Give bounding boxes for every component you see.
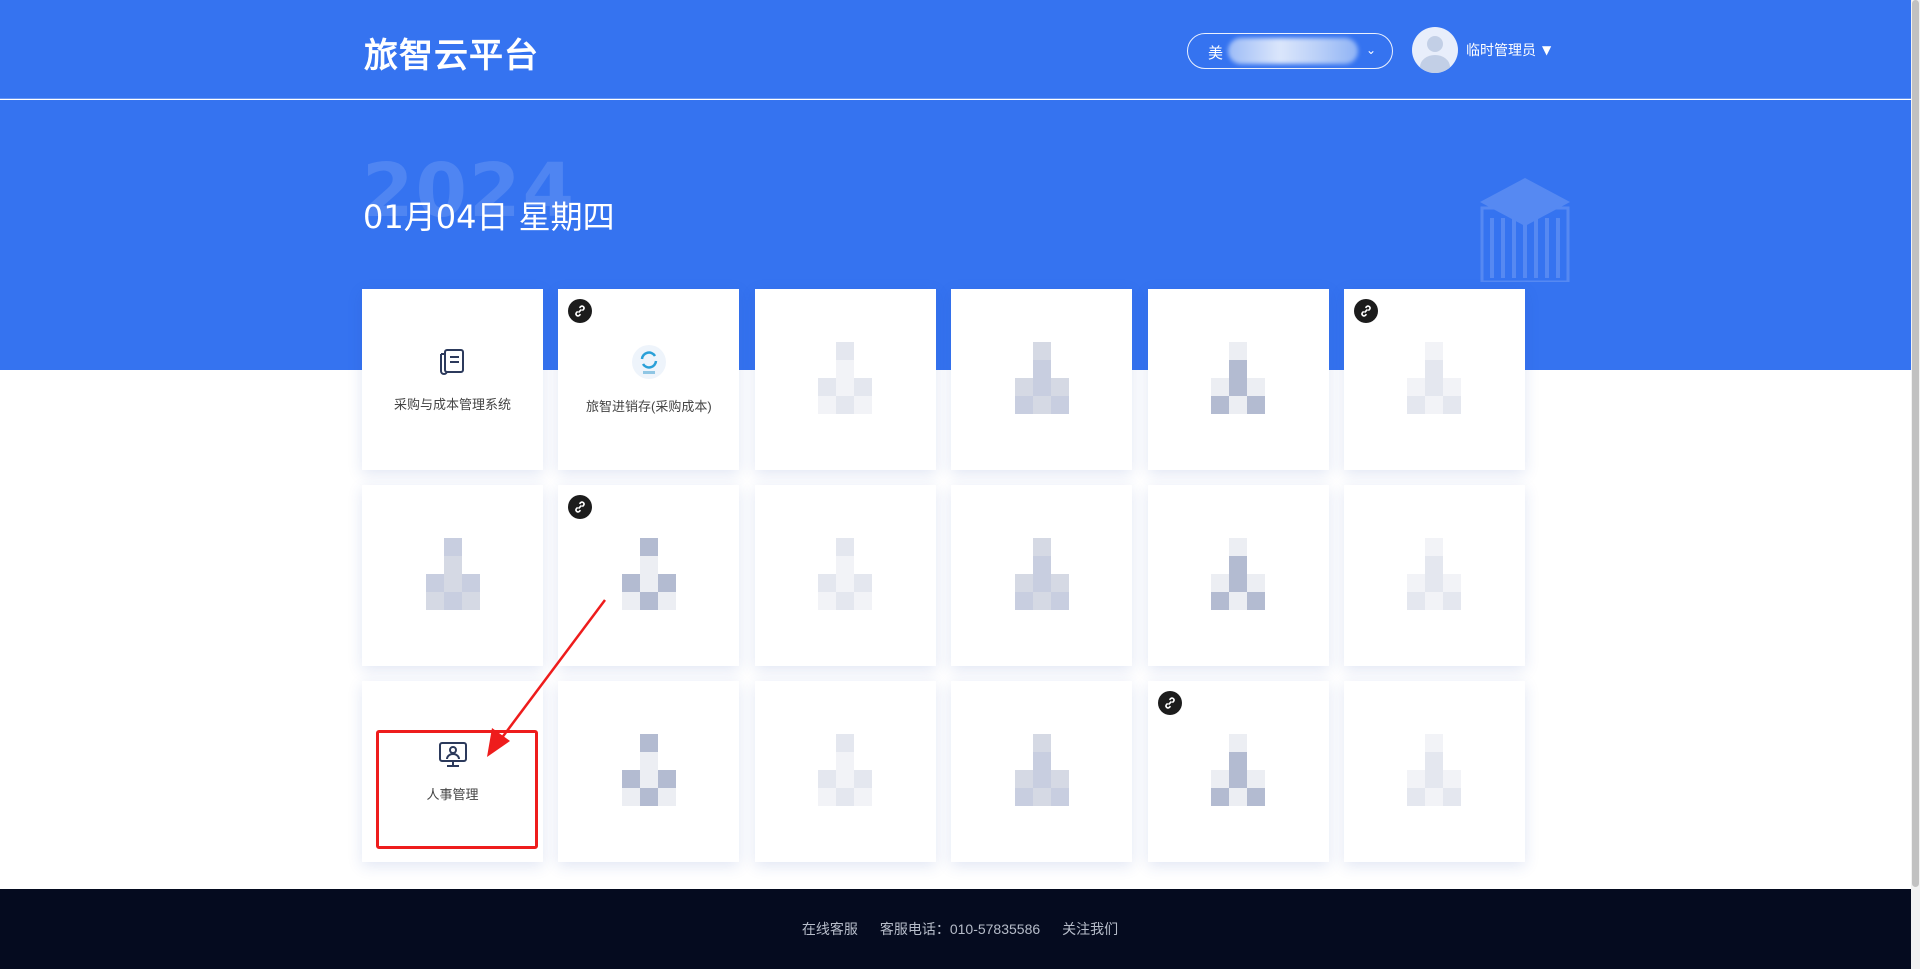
app-tile-label: 人事管理 <box>426 787 479 802</box>
footer: 在线客服 客服电话：010-57835586 关注我们 <box>0 889 1920 969</box>
app-tile[interactable] <box>1343 681 1525 862</box>
app-tile[interactable] <box>754 289 936 470</box>
app-tile[interactable]: 旅智进销存(采购成本) <box>558 289 740 470</box>
app-tile[interactable] <box>362 485 543 666</box>
app-tile[interactable] <box>1147 485 1329 666</box>
app-tile[interactable] <box>1343 289 1525 470</box>
current-date: 01月04日 星期四 <box>363 198 615 236</box>
app-tile[interactable]: 采购与成本管理系统 <box>362 289 543 470</box>
follow-us-link[interactable]: 关注我们 <box>1062 919 1118 939</box>
mini-program-link-icon <box>568 299 593 323</box>
app-tile[interactable] <box>1147 289 1329 470</box>
pixelated-icon <box>1193 537 1283 614</box>
pixelated-icon <box>1193 341 1283 418</box>
app-tile[interactable]: 人事管理 <box>362 681 543 862</box>
online-service-link[interactable]: 在线客服 <box>802 919 858 939</box>
mini-program-link-icon <box>1353 299 1378 323</box>
scrollbar-thumb[interactable] <box>1912 0 1919 887</box>
pixelated-icon <box>604 537 694 614</box>
app-tile[interactable] <box>951 485 1133 666</box>
app-tile[interactable] <box>558 485 740 666</box>
pixelated-icon <box>1389 733 1479 810</box>
pixelated-icon <box>1193 733 1283 810</box>
top-navigation-bar: 旅智云平台 美 ⌄ 临时管理员 ▼ <box>0 0 1920 99</box>
avatar <box>1412 27 1458 73</box>
lvzhi-logo-icon <box>631 344 667 384</box>
app-tile[interactable] <box>558 681 740 862</box>
pixelated-icon <box>604 733 694 810</box>
monitor-user-icon <box>437 740 469 772</box>
app-tile[interactable] <box>754 485 936 666</box>
app-tile[interactable] <box>1343 485 1525 666</box>
mini-program-link-icon <box>1157 691 1182 715</box>
pixelated-icon <box>997 341 1087 418</box>
building-illustration-icon <box>1480 178 1570 282</box>
pixelated-icon <box>800 733 890 810</box>
chevron-down-icon: ⌄ <box>1365 43 1376 57</box>
store-select-dropdown[interactable]: 美 ⌄ <box>1187 33 1393 69</box>
caret-down-icon: ▼ <box>1542 43 1552 57</box>
app-tile-label: 旅智进销存(采购成本) <box>586 399 712 414</box>
app-tile[interactable] <box>754 681 936 862</box>
ledger-icon <box>437 346 469 382</box>
mini-program-link-icon <box>568 495 593 519</box>
app-tile-label: 采购与成本管理系统 <box>393 397 511 412</box>
pixelated-icon <box>1389 341 1479 418</box>
user-name: 临时管理员 <box>1466 43 1536 59</box>
pixelated-icon <box>1389 537 1479 614</box>
pixelated-icon <box>997 537 1087 614</box>
pixelated-icon <box>997 733 1087 810</box>
hotline-text: 客服电话：010-57835586 <box>879 921 1041 937</box>
pixelated-icon <box>800 537 890 614</box>
app-tile[interactable] <box>951 681 1133 862</box>
brand-title[interactable]: 旅智云平台 <box>364 28 539 77</box>
app-tile-grid: 采购与成本管理系统 旅智进销存(采购成本) 人事管理 <box>362 289 1525 862</box>
redacted-store-name <box>1228 38 1358 64</box>
page-scrollbar[interactable] <box>1911 0 1920 969</box>
pixelated-icon <box>408 537 498 614</box>
app-tile[interactable] <box>951 289 1133 470</box>
pixelated-icon <box>800 341 890 418</box>
user-menu[interactable]: 临时管理员 ▼ <box>1412 27 1551 73</box>
store-select-value: 美 <box>1208 44 1224 62</box>
app-tile[interactable] <box>1147 681 1329 862</box>
